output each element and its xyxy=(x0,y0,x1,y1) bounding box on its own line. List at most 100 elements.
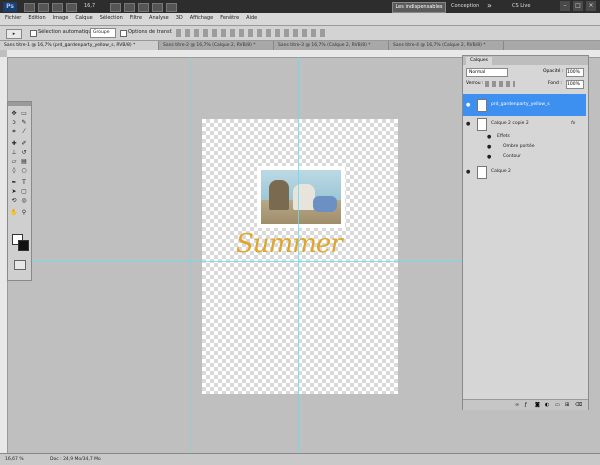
zoom-tool-icon[interactable] xyxy=(124,3,135,12)
rotate-view-icon[interactable] xyxy=(138,3,149,12)
blur-tool-icon[interactable]: ◊ xyxy=(10,167,18,174)
blend-mode-dropdown[interactable]: Normal xyxy=(466,68,508,77)
layer-name[interactable]: prd_gardenparty_yellow_s xyxy=(491,100,550,110)
group-icon[interactable]: ▭ xyxy=(555,402,560,408)
tab-document-3[interactable]: Sans titre-3 @ 16,7% (Calque 2, RVB/8) * xyxy=(274,41,389,50)
effect-row[interactable]: ● Contour xyxy=(463,152,586,162)
layer-name[interactable]: Calque 2 xyxy=(491,167,511,177)
opacity-field[interactable]: 100% xyxy=(566,68,584,77)
zoom-level-icon[interactable] xyxy=(66,3,77,12)
move-tool-preset[interactable]: ▸ xyxy=(6,29,22,39)
tools-panel-header[interactable] xyxy=(8,102,31,106)
menu-filtre[interactable]: Filtre xyxy=(130,15,142,25)
fill-field[interactable]: 100% xyxy=(566,80,584,89)
marquee-tool-icon[interactable]: ▭ xyxy=(20,110,28,117)
type-tool-icon[interactable]: T xyxy=(20,179,28,186)
document-tabs: Sans titre-1 @ 16,7% (prd_gardenparty_ye… xyxy=(0,41,600,50)
hand-icon[interactable]: ✋ xyxy=(10,209,18,216)
hand-tool-icon[interactable] xyxy=(110,3,121,12)
layer-name[interactable]: Calque 2 copie 2 xyxy=(491,119,529,129)
mask-icon[interactable]: ◙ xyxy=(535,402,540,408)
path-select-icon[interactable]: ➤ xyxy=(10,188,18,195)
brush-tool-icon[interactable]: ✐ xyxy=(20,140,28,147)
document-size-status: Doc : 24,9 Mo/34,7 Mo xyxy=(50,457,101,462)
visibility-eye-icon[interactable]: ● xyxy=(466,100,472,110)
menu-fenetre[interactable]: Fenêtre xyxy=(220,15,239,25)
visibility-eye-icon[interactable]: ● xyxy=(466,119,472,129)
auto-select-checkbox[interactable] xyxy=(30,30,37,37)
guide-vertical-left[interactable] xyxy=(190,57,191,453)
3d-camera-icon[interactable]: ◎ xyxy=(20,197,28,204)
effect-row[interactable]: ● Ombre portée xyxy=(463,142,586,152)
guide-horizontal[interactable] xyxy=(7,261,462,262)
zoom-value[interactable]: 16,7 xyxy=(84,3,95,9)
minimize-icon[interactable]: – xyxy=(560,1,570,11)
transform-controls-label: Options de transf. xyxy=(128,29,173,35)
eraser-icon[interactable]: ▱ xyxy=(10,158,18,165)
workspace-design-button[interactable]: Conception xyxy=(451,3,479,9)
menu-items: Fichier Edition Image Calque Sélection F… xyxy=(5,15,257,25)
maximize-icon[interactable]: □ xyxy=(573,1,583,11)
guide-vertical-center[interactable] xyxy=(298,57,299,453)
new-layer-icon[interactable]: ⊞ xyxy=(565,402,569,408)
visibility-eye-icon[interactable]: ● xyxy=(487,142,493,152)
tab-document-1[interactable]: Sans titre-1 @ 16,7% (prd_gardenparty_ye… xyxy=(0,41,159,50)
layer-row[interactable]: ● Calque 2 xyxy=(463,164,586,180)
shape-tool-icon[interactable]: ▢ xyxy=(20,188,28,195)
summer-title-text[interactable]: Summer xyxy=(236,229,366,259)
tab-document-2[interactable]: Sans titre-2 @ 16,7% (Calque 2, RVB/8) * xyxy=(159,41,274,50)
close-icon[interactable]: × xyxy=(586,1,596,11)
clone-stamp-icon[interactable]: ⊥ xyxy=(10,149,18,156)
gradient-icon[interactable]: ▤ xyxy=(20,158,28,165)
pen-tool-icon[interactable]: ✒ xyxy=(10,179,18,186)
move-tool-icon[interactable]: ✥ xyxy=(10,110,18,117)
menu-edition[interactable]: Edition xyxy=(28,15,45,25)
guides-icon[interactable] xyxy=(52,3,63,12)
healing-brush-icon[interactable]: ✚ xyxy=(10,140,18,147)
auto-select-dropdown[interactable]: Groupe xyxy=(90,28,116,38)
visibility-eye-icon[interactable]: ● xyxy=(487,132,493,142)
crop-tool-icon[interactable]: ⌗ xyxy=(10,128,18,135)
fx-icon[interactable]: ƒ xyxy=(525,402,527,408)
visibility-eye-icon[interactable]: ● xyxy=(466,167,472,177)
layer-row[interactable]: ● Calque 2 copie 2 fx xyxy=(463,116,586,132)
visibility-eye-icon[interactable]: ● xyxy=(487,152,493,162)
zoom-status[interactable]: 16,67 % xyxy=(5,454,24,465)
bridge-icon[interactable] xyxy=(24,3,35,12)
menu-calque[interactable]: Calque xyxy=(75,15,92,25)
menu-affichage[interactable]: Affichage xyxy=(190,15,214,25)
lasso-tool-icon[interactable]: ↄ xyxy=(10,119,18,126)
quick-select-icon[interactable]: ✎ xyxy=(20,119,28,126)
tab-document-4[interactable]: Sans titre-4 @ 16,7% (Calque 2, RVB/8) * xyxy=(389,41,504,50)
layers-panel: Calques Normal Opacité : 100% Verrou : F… xyxy=(462,55,589,410)
trash-icon[interactable]: ⌫ xyxy=(575,402,582,408)
arrange-documents-icon[interactable] xyxy=(152,3,163,12)
link-icon[interactable]: ∞ xyxy=(515,402,519,408)
menu-selection[interactable]: Sélection xyxy=(100,15,123,25)
menu-3d[interactable]: 3D xyxy=(176,15,183,25)
cs-live-button[interactable]: CS Live xyxy=(512,3,530,9)
effects-row[interactable]: ● Effets xyxy=(463,132,586,142)
eyedropper-icon[interactable]: ⁄ xyxy=(20,128,28,135)
history-brush-icon[interactable]: ↺ xyxy=(20,149,28,156)
adjustment-icon[interactable]: ◐ xyxy=(545,402,549,408)
layer-row-selected[interactable]: ● prd_gardenparty_yellow_s xyxy=(463,94,586,116)
dodge-tool-icon[interactable]: ○ xyxy=(20,167,28,174)
zoom-icon[interactable]: ⚲ xyxy=(20,209,28,216)
menu-fichier[interactable]: Fichier xyxy=(5,15,21,25)
menu-image[interactable]: Image xyxy=(53,15,69,25)
quick-mask-icon[interactable] xyxy=(14,260,26,270)
minibridge-icon[interactable] xyxy=(38,3,49,12)
tab-layers[interactable]: Calques xyxy=(466,57,492,65)
screen-mode-icon[interactable] xyxy=(166,3,177,12)
background-color-swatch[interactable] xyxy=(18,240,29,251)
menu-aide[interactable]: Aide xyxy=(246,15,257,25)
lock-icons[interactable] xyxy=(485,81,515,87)
3d-rotate-icon[interactable]: ⟲ xyxy=(10,197,18,204)
align-distribute-icons[interactable] xyxy=(176,29,326,37)
workspace-essentials-button[interactable]: Les indispensables xyxy=(392,2,446,13)
fx-badge[interactable]: fx xyxy=(571,119,575,129)
transform-controls-checkbox[interactable] xyxy=(120,30,127,37)
workspace-more-button[interactable]: » xyxy=(487,1,492,10)
menu-analyse[interactable]: Analyse xyxy=(149,15,169,25)
